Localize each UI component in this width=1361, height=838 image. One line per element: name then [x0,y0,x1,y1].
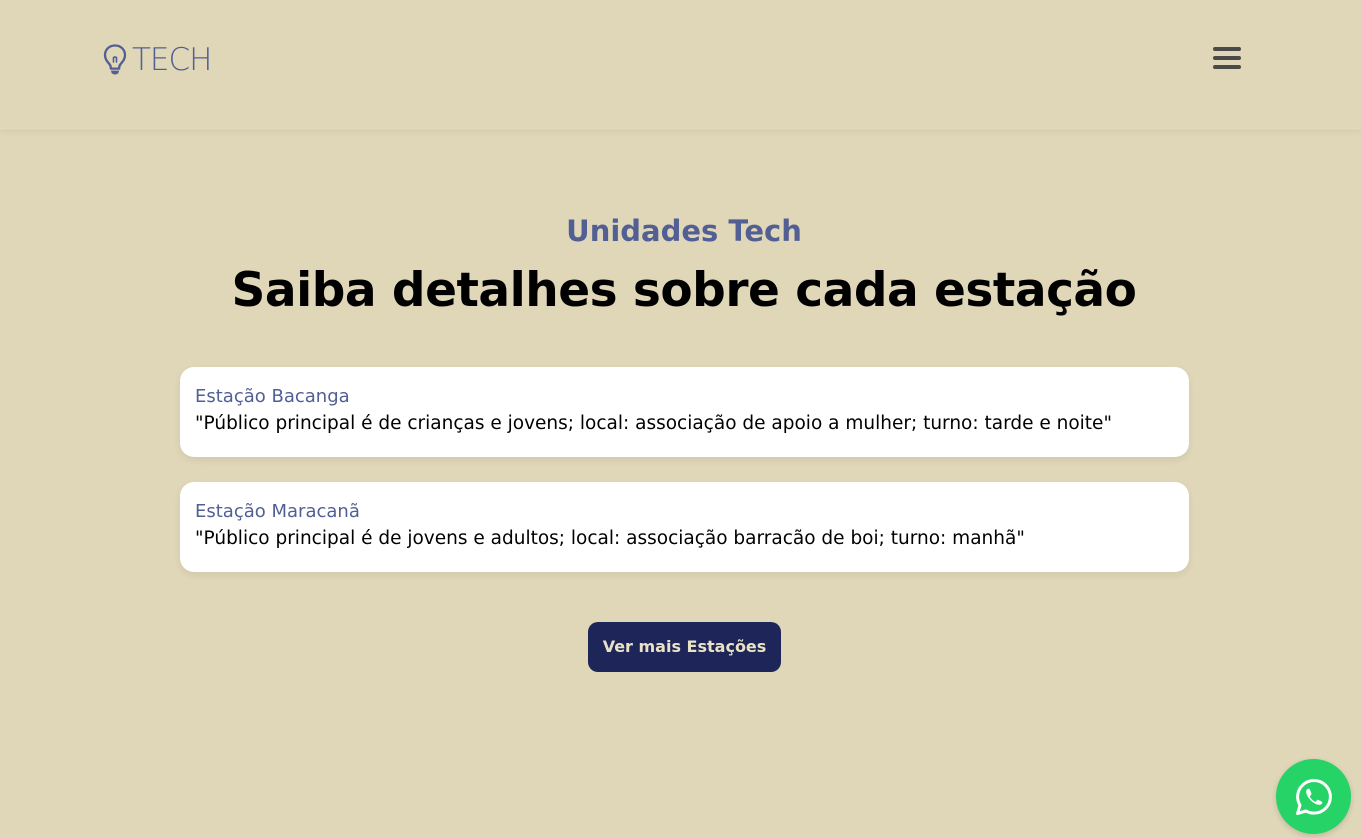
stations-section: Unidades Tech Saiba detalhes sobre cada … [0,131,1361,838]
section-eyebrow: Unidades Tech [566,214,802,248]
menu-button[interactable] [1213,45,1241,71]
whatsapp-button[interactable] [1276,759,1351,834]
section-headline: Saiba detalhes sobre cada estação [231,263,1137,318]
station-description: "Público principal é de crianças e joven… [195,413,1112,434]
lightbulb-icon [103,44,127,75]
station-name: Estação Maracanã [195,501,360,522]
logo-text: TECH [132,42,212,78]
station-card: Estação Maracanã "Público principal é de… [180,482,1189,572]
station-description: "Público principal é de jovens e adultos… [195,528,1025,549]
hamburger-menu-icon [1213,47,1241,69]
more-stations-button[interactable]: Ver mais Estações [588,622,781,672]
station-card: Estação Bacanga "Público principal é de … [180,367,1189,457]
logo[interactable]: TECH [102,42,212,78]
whatsapp-icon [1295,778,1332,815]
site-header: TECH [0,0,1361,131]
station-name: Estação Bacanga [195,386,350,407]
